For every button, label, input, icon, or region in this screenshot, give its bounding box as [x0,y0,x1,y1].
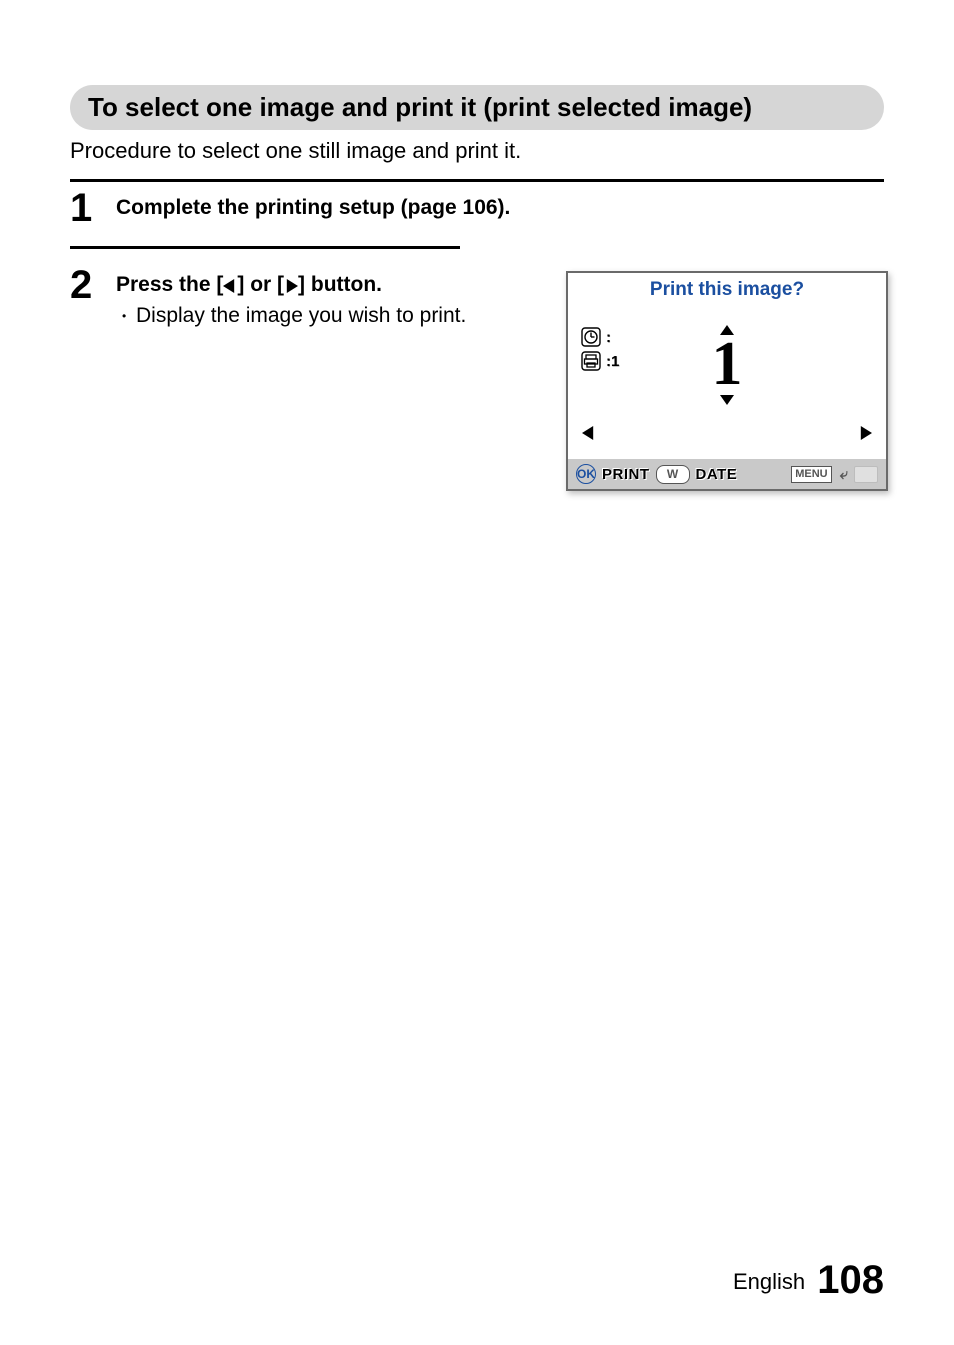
lcd-quantity: 1 [568,323,886,407]
step-title: Press the [] or [] button. [116,271,544,299]
triangle-right-icon [284,279,298,293]
ok-icon: OK [576,464,596,484]
menu-pill: MENU [791,466,831,483]
lcd-title: Print this image? [568,279,886,301]
nav-right-icon [858,424,872,445]
date-label: DATE [696,466,738,483]
lcd-screen: Print this image? [566,271,888,491]
bullet-dot-icon: • [122,308,136,324]
lcd-big-number: 1 [568,337,886,393]
step-1: 1 Complete the printing setup (page 106)… [70,188,884,228]
bullet-text: Display the image you wish to print. [136,302,466,330]
step-body: Complete the printing setup (page 106). [116,188,884,224]
w-icon: W [656,465,690,484]
horizontal-rule [70,179,884,182]
intro-text: Procedure to select one still image and … [70,136,884,166]
step-number: 1 [70,188,116,228]
back-arrow-icon: ⤶ [840,466,848,483]
print-label: PRINT [602,466,650,483]
card-icon [854,466,878,483]
page-number: 108 [817,1258,884,1302]
triangle-down-icon [568,393,886,407]
step-bullet: • Display the image you wish to print. [122,302,544,330]
document-page: To select one image and print it (print … [0,0,954,1345]
nav-left-icon [582,424,596,445]
lcd-illustration: Print this image? [566,271,884,491]
page-footer: English 108 [733,1258,884,1303]
section-heading: To select one image and print it (print … [70,85,884,130]
step-2: 2 Press the [] or [] button. • Display t… [70,265,884,491]
step-number: 2 [70,265,116,305]
lcd-bottom-bar: OK PRINT W DATE MENU ⤶ [568,459,886,489]
triangle-left-icon [223,279,237,293]
footer-language: English [733,1269,805,1294]
step-body: Press the [] or [] button. • Display the… [116,265,884,491]
step-title: Complete the printing setup (page 106). [116,194,884,222]
